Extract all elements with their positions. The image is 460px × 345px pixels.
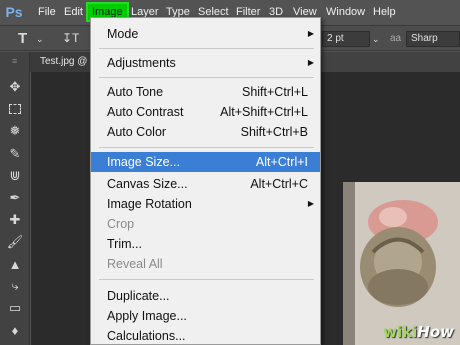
document-photo — [343, 182, 460, 345]
menu-item-auto-tone[interactable]: Auto Tone Shift+Ctrl+L — [91, 82, 320, 102]
photoshop-logo: Ps — [5, 4, 23, 20]
history-brush-icon[interactable]: ⤷ — [6, 277, 24, 295]
menu-item-duplicate[interactable]: Duplicate... — [91, 286, 320, 306]
menu-item-calculations[interactable]: Calculations... — [91, 326, 320, 345]
menu-item-shortcut: Alt+Ctrl+C — [250, 177, 308, 191]
chevron-down-icon[interactable]: ⌄ — [36, 34, 44, 45]
menu-item-label: Auto Color — [107, 125, 167, 139]
menu-item-label: Calculations... — [107, 329, 186, 343]
eraser-tool-icon[interactable]: ▭ — [6, 299, 24, 317]
crop-tool-icon[interactable]: ⋓ — [6, 167, 24, 185]
menu-help[interactable]: Help — [373, 4, 396, 20]
menu-item-shortcut: Shift+Ctrl+L — [241, 85, 308, 99]
text-orientation-icon[interactable]: ↧T — [62, 31, 79, 45]
menu-item-label: Mode — [107, 27, 139, 41]
antialias-value: Sharp — [411, 33, 438, 44]
toolbox: ≡ ✥ ❅ ✎ ⋓ ✒ ✚ 🖌 ▲ ⤷ ▭ ♦ — [0, 52, 30, 345]
menu-edit[interactable]: Edit — [64, 4, 83, 20]
menu-divider — [99, 147, 314, 148]
submenu-arrow-icon: ▶ — [307, 199, 314, 208]
font-size-field[interactable]: 2 pt — [322, 31, 370, 47]
menu-item-label: Reveal All — [107, 257, 163, 271]
toolbox-grip-icon[interactable]: ≡ — [12, 56, 17, 66]
menu-item-label: Apply Image... — [107, 309, 187, 323]
menu-item-label: Trim... — [107, 237, 142, 251]
menu-item-label: Auto Contrast — [107, 105, 184, 119]
basket-photo-image — [343, 182, 460, 345]
paint-bucket-icon[interactable]: ♦ — [6, 321, 24, 339]
quick-select-tool-icon[interactable]: ✎ — [6, 145, 24, 163]
submenu-arrow-icon: ▶ — [307, 29, 314, 38]
font-size-value: 2 pt — [327, 33, 344, 44]
menu-item-label: Duplicate... — [107, 289, 170, 303]
menu-divider — [99, 77, 314, 78]
menu-item-image-size[interactable]: Image Size... Alt+Ctrl+I — [91, 152, 320, 172]
menu-item-label: Canvas Size... — [107, 177, 188, 191]
menu-item-shortcut: Alt+Shift+Ctrl+L — [220, 105, 308, 119]
type-tool-icon[interactable]: T — [18, 30, 27, 47]
eyedropper-tool-icon[interactable]: ✒ — [6, 189, 24, 207]
menu-item-shortcut: Alt+Ctrl+I — [255, 155, 308, 169]
menu-item-apply-image[interactable]: Apply Image... — [91, 306, 320, 326]
menu-item-label: Image Rotation — [107, 197, 192, 211]
menu-item-shortcut: Shift+Ctrl+B — [240, 125, 308, 139]
antialias-select[interactable]: Sharp — [406, 31, 460, 47]
menu-item-image-rotation[interactable]: Image Rotation ▶ — [91, 194, 320, 214]
menu-item-label: Adjustments — [107, 56, 176, 70]
menu-item-adjustments[interactable]: Adjustments ▶ — [91, 53, 320, 73]
submenu-arrow-icon: ▶ — [307, 58, 314, 67]
menu-item-auto-color[interactable]: Auto Color Shift+Ctrl+B — [91, 122, 320, 142]
menu-item-mode[interactable]: Mode ▶ — [91, 24, 320, 44]
menu-divider — [99, 48, 314, 49]
menu-file[interactable]: File — [38, 4, 56, 20]
image-menu-dropdown: Mode ▶ Adjustments ▶ Auto Tone Shift+Ctr… — [90, 17, 321, 345]
lasso-tool-icon[interactable]: ❅ — [6, 122, 24, 140]
menu-divider — [99, 279, 314, 280]
healing-brush-icon[interactable]: ✚ — [6, 211, 24, 229]
menu-item-trim[interactable]: Trim... — [91, 234, 320, 254]
clone-stamp-icon[interactable]: ▲ — [6, 255, 24, 273]
brush-tool-icon[interactable]: 🖌 — [6, 233, 24, 251]
menu-window[interactable]: Window — [326, 4, 365, 20]
menu-item-label: Crop — [107, 217, 135, 231]
antialias-icon: aa — [390, 33, 402, 44]
menu-item-label: Auto Tone — [107, 85, 164, 99]
menu-item-auto-contrast[interactable]: Auto Contrast Alt+Shift+Ctrl+L — [91, 102, 320, 122]
move-tool-icon[interactable]: ✥ — [6, 78, 24, 96]
chevron-down-icon[interactable]: ⌄ — [372, 34, 380, 45]
wikihow-watermark: wikiHow — [383, 323, 454, 341]
menu-item-crop: Crop — [91, 214, 320, 234]
menu-item-reveal-all: Reveal All — [91, 254, 320, 274]
menu-item-label: Image Size... — [107, 155, 180, 169]
document-tab[interactable]: Test.jpg @ — [30, 52, 90, 72]
menu-item-canvas-size[interactable]: Canvas Size... Alt+Ctrl+C — [91, 174, 320, 194]
marquee-tool-icon[interactable] — [6, 100, 24, 118]
